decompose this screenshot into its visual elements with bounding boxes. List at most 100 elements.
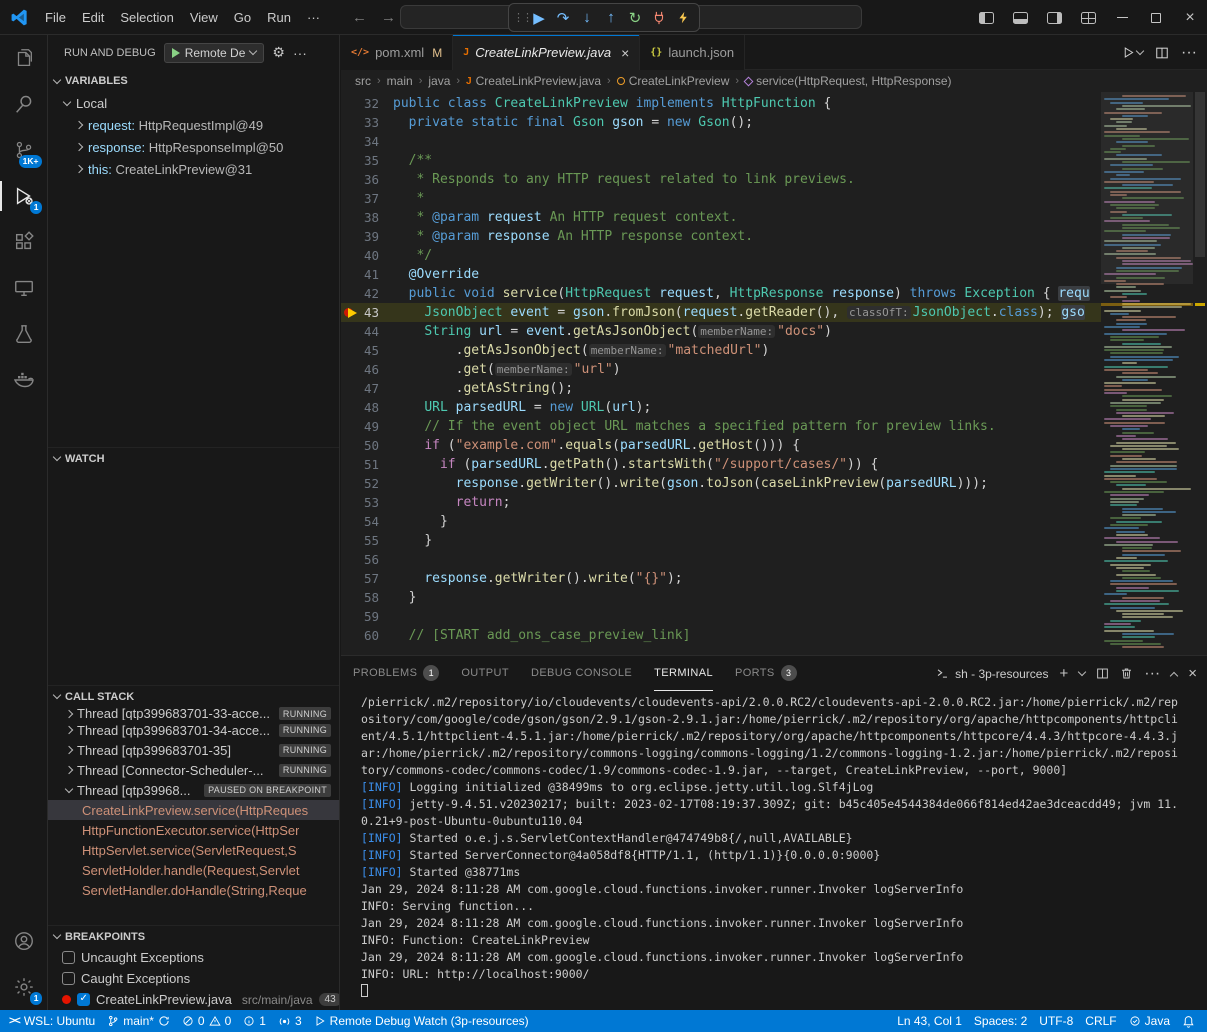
code-line-45[interactable]: 45 .getAsJsonObject(memberName:"matchedU… [341, 341, 1101, 360]
code-line-51[interactable]: 51 if (parsedURL.getPath().startsWith("/… [341, 455, 1101, 474]
start-debug-icon[interactable] [172, 48, 180, 58]
hot-code-replace-icon[interactable] [671, 6, 695, 30]
editor-more-actions-icon[interactable]: ··· [1181, 44, 1197, 62]
code-line-48[interactable]: 48 URL parsedURL = new URL(url); [341, 398, 1101, 417]
menu-edit[interactable]: Edit [74, 6, 112, 29]
maximize-icon[interactable] [1139, 0, 1173, 35]
line-number[interactable]: 57 [341, 569, 393, 588]
code-line-47[interactable]: 47 .getAsString(); [341, 379, 1101, 398]
step-out-icon[interactable]: ↑ [599, 6, 623, 30]
maximize-panel-icon[interactable] [1170, 671, 1178, 679]
editor-scrollbar[interactable] [1193, 92, 1207, 655]
line-number[interactable]: 45 [341, 341, 393, 360]
code-line-53[interactable]: 53 return; [341, 493, 1101, 512]
menu-view[interactable]: View [182, 6, 226, 29]
breakpoint-checkbox[interactable] [62, 972, 75, 985]
variables-scope[interactable]: Local [48, 92, 339, 114]
run-menu-button[interactable] [1122, 46, 1143, 59]
split-editor-icon[interactable] [1155, 46, 1169, 60]
debug-config-dropdown[interactable]: Remote De [164, 43, 265, 63]
code-line-33[interactable]: 33 private static final Gson gson = new … [341, 113, 1101, 132]
code-line-52[interactable]: 52 response.getWriter().write(gson.toJso… [341, 474, 1101, 493]
line-number[interactable]: 53 [341, 493, 393, 512]
breakpoint-row[interactable]: Uncaught Exceptions [48, 947, 339, 968]
code-line-44[interactable]: 44 String url = event.getAsJsonObject(me… [341, 322, 1101, 341]
code-line-43[interactable]: 43 JsonObject event = gson.fromJson(requ… [341, 303, 1101, 322]
line-number[interactable]: 56 [341, 550, 393, 569]
call-stack-thread[interactable]: Thread [qtp39968... PAUSED ON BREAKPOINT [48, 780, 339, 800]
drag-handle-icon[interactable]: ⋮⋮ [513, 11, 527, 24]
terminal-dropdown-icon[interactable] [1078, 668, 1086, 676]
line-number[interactable]: 32 [341, 94, 393, 113]
breakpoint-row[interactable]: Caught Exceptions [48, 968, 339, 989]
stack-frame[interactable]: HttpFunctionExecutor.service(HttpSer [48, 820, 339, 840]
stack-frame[interactable]: ServletHolder.handle(Request,Servlet [48, 860, 339, 880]
kill-terminal-icon[interactable] [1120, 667, 1133, 680]
watch-header[interactable]: WATCH [48, 447, 339, 469]
stack-frame[interactable]: HttpServlet.service(ServletRequest,S [48, 840, 339, 860]
panel-tab-ports[interactable]: PORTS3 [735, 656, 797, 691]
line-number[interactable]: 46 [341, 360, 393, 379]
activity-run-and-debug[interactable]: 1 [0, 173, 48, 219]
code-line-41[interactable]: 41 @Override [341, 265, 1101, 284]
code-line-58[interactable]: 58 } [341, 588, 1101, 607]
variable-row[interactable]: this: CreateLinkPreview@31 [48, 158, 339, 180]
breadcrumb-item[interactable]: service(HttpRequest, HttpResponse) [745, 74, 951, 88]
eol[interactable]: CRLF [1079, 1010, 1122, 1032]
language-mode[interactable]: Java [1123, 1010, 1176, 1032]
line-number[interactable]: 59 [341, 607, 393, 626]
nav-back-icon[interactable]: ← [352, 9, 367, 26]
panel-more-actions-icon[interactable]: ··· [1144, 665, 1160, 683]
remote-indicator[interactable]: >< WSL: Ubuntu [0, 1010, 101, 1032]
menu-run[interactable]: Run [259, 6, 299, 29]
code-line-32[interactable]: 32 public class CreateLinkPreview implem… [341, 94, 1101, 113]
code-line-50[interactable]: 50 if ("example.com".equals(parsedURL.ge… [341, 436, 1101, 455]
minimap[interactable] [1101, 92, 1193, 655]
line-number[interactable]: 60 [341, 626, 393, 645]
line-number[interactable]: 48 [341, 398, 393, 417]
call-stack-header[interactable]: CALL STACK [48, 685, 339, 707]
activity-explorer[interactable] [0, 35, 48, 81]
disconnect-icon[interactable] [647, 6, 671, 30]
problems-indicator[interactable]: 0 0 [176, 1010, 237, 1032]
indentation[interactable]: Spaces: 2 [968, 1010, 1033, 1032]
line-number[interactable]: 35 [341, 151, 393, 170]
line-number[interactable]: 41 [341, 265, 393, 284]
toggle-panel-icon[interactable] [1003, 0, 1037, 35]
breadcrumb-item[interactable]: JCreateLinkPreview.java [466, 74, 601, 88]
split-terminal-icon[interactable] [1096, 667, 1109, 680]
new-terminal-icon[interactable]: + [1059, 665, 1068, 682]
line-number[interactable]: 49 [341, 417, 393, 436]
line-number[interactable]: 50 [341, 436, 393, 455]
editor-tab-pom.xml[interactable]: </> pom.xml M [341, 35, 453, 70]
minimap-slider[interactable] [1101, 92, 1193, 284]
call-stack-thread[interactable]: Thread [qtp399683701-35] RUNNING [48, 740, 339, 760]
menu-file[interactable]: File [37, 6, 74, 29]
code-line-39[interactable]: 39 * @param response An HTTP response co… [341, 227, 1101, 246]
code-line-55[interactable]: 55 } [341, 531, 1101, 550]
line-number[interactable]: 55 [341, 531, 393, 550]
line-number[interactable]: 43 [341, 303, 393, 322]
line-number[interactable]: 37 [341, 189, 393, 208]
code-line-49[interactable]: 49 // If the event object URL matches a … [341, 417, 1101, 436]
line-number[interactable]: 58 [341, 588, 393, 607]
code-line-60[interactable]: 60 // [START add_ons_case_preview_link] [341, 626, 1101, 645]
cursor-position[interactable]: Ln 43, Col 1 [891, 1010, 968, 1032]
scrollbar-thumb[interactable] [1195, 92, 1205, 257]
gear-icon[interactable]: ⚙ [272, 44, 285, 61]
activity-search[interactable] [0, 81, 48, 127]
line-number[interactable]: 40 [341, 246, 393, 265]
call-stack-thread[interactable]: Thread [qtp399683701-34-acce... RUNNING [48, 720, 339, 740]
code-line-56[interactable]: 56 [341, 550, 1101, 569]
activity-docker[interactable] [0, 357, 48, 403]
activity-source-control[interactable]: 1K+ [0, 127, 48, 173]
line-number[interactable]: 52 [341, 474, 393, 493]
code-line-46[interactable]: 46 .get(memberName:"url") [341, 360, 1101, 379]
line-number[interactable]: 34 [341, 132, 393, 151]
close-panel-icon[interactable]: × [1188, 665, 1197, 682]
line-number[interactable]: 36 [341, 170, 393, 189]
code-line-34[interactable]: 34 [341, 132, 1101, 151]
breadcrumb-item[interactable]: main [387, 74, 413, 88]
variable-row[interactable]: request: HttpRequestImpl@49 [48, 114, 339, 136]
line-number[interactable]: 54 [341, 512, 393, 531]
